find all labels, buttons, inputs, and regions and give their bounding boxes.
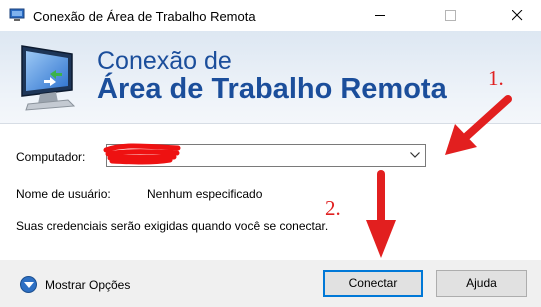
arrow-1 xyxy=(445,95,512,155)
annotation-arrows xyxy=(366,95,512,258)
arrow-2 xyxy=(366,170,396,258)
